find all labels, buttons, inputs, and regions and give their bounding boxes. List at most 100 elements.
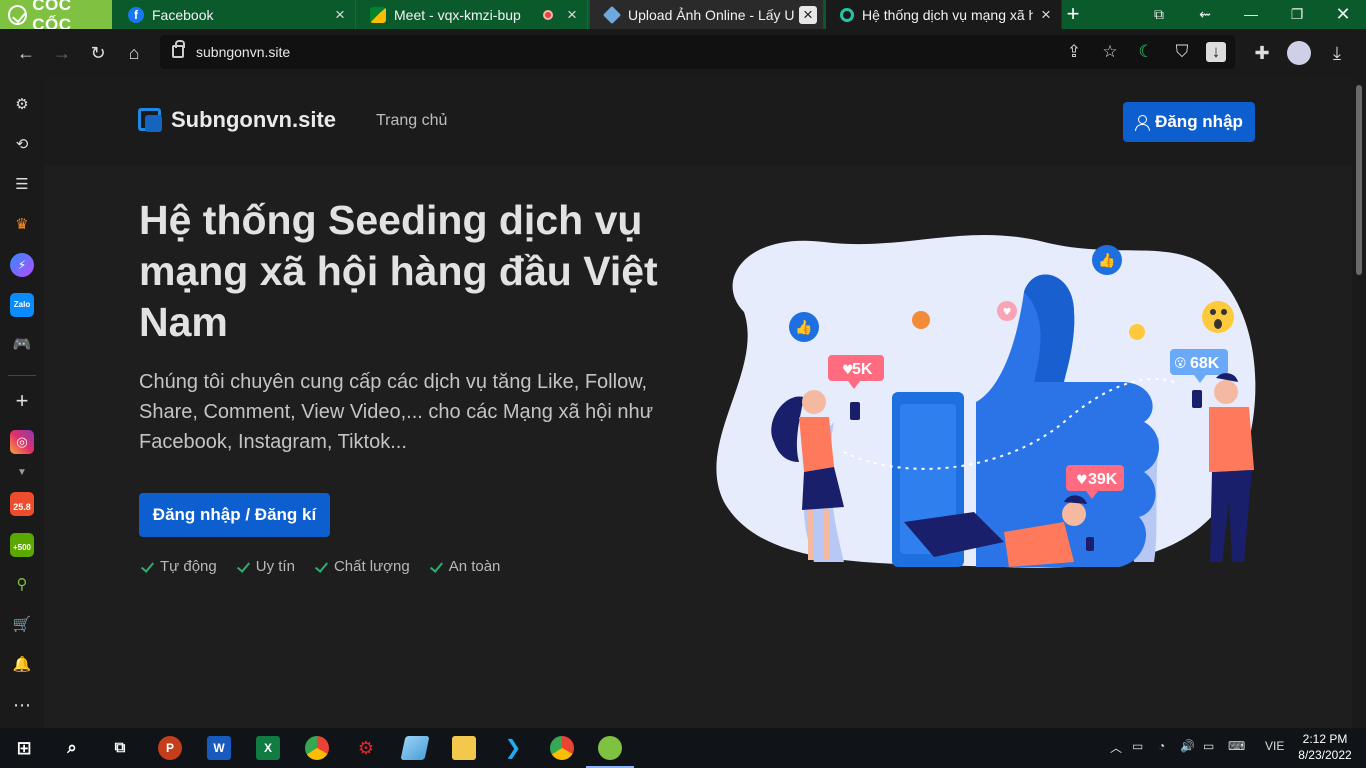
- downloads-icon[interactable]: ⤓: [1325, 41, 1349, 65]
- brand-logo-icon: [138, 107, 163, 133]
- notes-app-icon[interactable]: [400, 736, 430, 760]
- shield-icon[interactable]: ⛉: [1170, 40, 1194, 64]
- login-register-button[interactable]: Đăng nhập / Đăng kí: [139, 493, 330, 537]
- facebook-icon: f: [128, 6, 144, 23]
- close-icon[interactable]: ×: [1037, 5, 1055, 24]
- address-bar[interactable]: subngonvn.site ⇪ ☆ ☾ ⛉ ↓: [160, 35, 1235, 69]
- network-device-icon[interactable]: ▭: [1132, 739, 1143, 753]
- google-meet-icon: [370, 6, 386, 23]
- wifi-icon[interactable]: ◔: [1158, 739, 1165, 753]
- svg-text:👍: 👍: [795, 319, 812, 336]
- language-indicator[interactable]: VIE: [1265, 739, 1284, 753]
- download-video-icon[interactable]: ↓: [1206, 42, 1226, 62]
- svg-text:😮: 😮: [1174, 356, 1187, 370]
- url-text[interactable]: subngonvn.site: [196, 44, 290, 60]
- gear-icon[interactable]: ⚙: [10, 93, 34, 117]
- close-icon[interactable]: ×: [331, 5, 349, 24]
- brand-name: Subngonvn.site: [171, 107, 336, 132]
- lock-icon[interactable]: [172, 40, 185, 58]
- history-icon[interactable]: ⟲: [10, 133, 34, 157]
- windows-taskbar: ⊞ ⌕ ⧉ P W X ⚙ ❯ ︿ ▭ ◔ 🔊 ▭ ⌨ VIE 2:12 PM …: [0, 728, 1366, 768]
- add-icon[interactable]: +: [10, 389, 34, 413]
- coccoc-leaf-icon: [8, 4, 28, 25]
- keyboard-icon[interactable]: ⌨: [1228, 739, 1245, 753]
- tab-upload[interactable]: Upload Ảnh Online - Lấy URL ×: [590, 0, 824, 29]
- gamepad-icon[interactable]: 🎮: [10, 333, 34, 357]
- vscode-icon[interactable]: ❯: [501, 736, 525, 760]
- laugh-emoji-icon: [1129, 324, 1145, 340]
- crown-icon[interactable]: ♛: [10, 213, 34, 237]
- new-tab-button[interactable]: +: [1062, 0, 1084, 29]
- tab-title: Facebook: [152, 6, 214, 23]
- tab-subngon[interactable]: Hệ thống dịch vụ mạng xã h ×: [826, 0, 1062, 29]
- login-button[interactable]: Đăng nhập: [1123, 102, 1255, 142]
- hero-description: Chúng tôi chuyên cung cấp các dịch vụ tă…: [139, 371, 654, 453]
- check-icon: [237, 560, 250, 573]
- browser-sidebar: ⚙ ⟲ ☰ ♛ ⚡ Zalo 🎮 + ◎ ▼ 25.8 +500 ⚲ 🛒 🔔 ⋯: [0, 77, 44, 728]
- nav-home-link[interactable]: Trang chủ: [376, 112, 447, 130]
- share-icon[interactable]: ⇪: [1062, 40, 1086, 64]
- messenger-icon[interactable]: ⚡: [10, 253, 34, 277]
- tab-meet[interactable]: Meet - vqx-kmzi-bup ×: [356, 0, 588, 29]
- garena-icon[interactable]: ⚙: [354, 736, 378, 760]
- badge-68k-label: 68K: [1190, 355, 1220, 372]
- search-icon[interactable]: ⌕: [60, 736, 84, 760]
- windows-start-icon[interactable]: ⊞: [12, 736, 36, 760]
- star-icon[interactable]: ☆: [1098, 40, 1122, 64]
- site-icon: [840, 7, 854, 22]
- coins-icon[interactable]: +500: [10, 533, 34, 557]
- angry-emoji-icon: [912, 311, 930, 329]
- moon-icon[interactable]: ☾: [1134, 40, 1158, 64]
- extensions-icon[interactable]: ✚: [1250, 41, 1274, 65]
- forward-icon[interactable]: →: [50, 41, 74, 65]
- chevron-down-icon[interactable]: ▼: [10, 461, 34, 485]
- excel-icon[interactable]: X: [256, 736, 280, 760]
- back-icon[interactable]: ←: [14, 41, 38, 65]
- feature-label: An toàn: [448, 558, 501, 575]
- maximize-button[interactable]: ❐: [1274, 0, 1320, 29]
- close-icon[interactable]: ×: [563, 5, 581, 24]
- reading-list-icon[interactable]: ☰: [10, 173, 34, 197]
- clock[interactable]: 2:12 PM 8/23/2022: [1292, 731, 1358, 763]
- home-icon[interactable]: ⌂: [122, 41, 146, 65]
- file-explorer-icon[interactable]: [452, 736, 476, 760]
- more-icon[interactable]: ⋯: [10, 693, 34, 717]
- tab-facebook[interactable]: f Facebook ×: [114, 0, 356, 29]
- scrollbar-thumb[interactable]: [1356, 85, 1362, 275]
- task-view-icon[interactable]: ⧉: [108, 736, 132, 760]
- reload-icon[interactable]: ↻: [86, 41, 110, 65]
- browser-toolbar: ← → ↻ ⌂ subngonvn.site ⇪ ☆ ☾ ⛉ ↓ ✚ ⤓: [0, 29, 1366, 77]
- battery-icon[interactable]: ▭: [1203, 739, 1214, 753]
- site-header: Subngonvn.site Trang chủ Đăng nhập: [44, 77, 1352, 165]
- coccoc-map-icon[interactable]: ⚲: [10, 573, 34, 597]
- powerpoint-icon[interactable]: P: [158, 736, 182, 760]
- tab-title: Hệ thống dịch vụ mạng xã h: [862, 6, 1033, 23]
- shopee-icon[interactable]: 25.8: [10, 492, 34, 516]
- back-arrow-icon[interactable]: ⇜: [1182, 0, 1228, 29]
- zalo-icon[interactable]: Zalo: [10, 293, 34, 317]
- coccoc-logo[interactable]: CỐC CỐC: [0, 0, 112, 34]
- clock-date: 8/23/2022: [1298, 748, 1352, 762]
- close-window-button[interactable]: ✕: [1320, 0, 1366, 29]
- feature-list: Tự động Uy tín Chất lượng An toàn: [141, 558, 500, 575]
- close-icon[interactable]: ×: [799, 5, 817, 24]
- tray-chevron-icon[interactable]: ︿: [1110, 739, 1122, 756]
- web-page: Subngonvn.site Trang chủ Đăng nhập Hệ th…: [44, 77, 1352, 728]
- tab-search-icon[interactable]: ⧉: [1136, 0, 1182, 29]
- cart-icon[interactable]: 🛒: [10, 613, 34, 637]
- page-scrollbar[interactable]: [1352, 77, 1366, 728]
- profile-avatar[interactable]: [1287, 41, 1311, 65]
- coccoc-taskbar-icon[interactable]: [598, 736, 622, 760]
- instagram-icon[interactable]: ◎: [10, 430, 34, 454]
- login-label: Đăng nhập: [1155, 112, 1243, 131]
- chrome-icon[interactable]: [305, 736, 329, 760]
- badge-5k-label: 5K: [852, 361, 873, 378]
- chrome-profile-icon[interactable]: [550, 736, 574, 760]
- volume-icon[interactable]: 🔊: [1180, 739, 1195, 753]
- minimize-button[interactable]: —: [1228, 0, 1274, 29]
- svg-text:👍: 👍: [1098, 252, 1115, 269]
- shopee-badge: 25.8: [13, 502, 31, 512]
- site-brand[interactable]: Subngonvn.site: [138, 107, 336, 133]
- bell-icon[interactable]: 🔔: [10, 653, 34, 677]
- word-icon[interactable]: W: [207, 736, 231, 760]
